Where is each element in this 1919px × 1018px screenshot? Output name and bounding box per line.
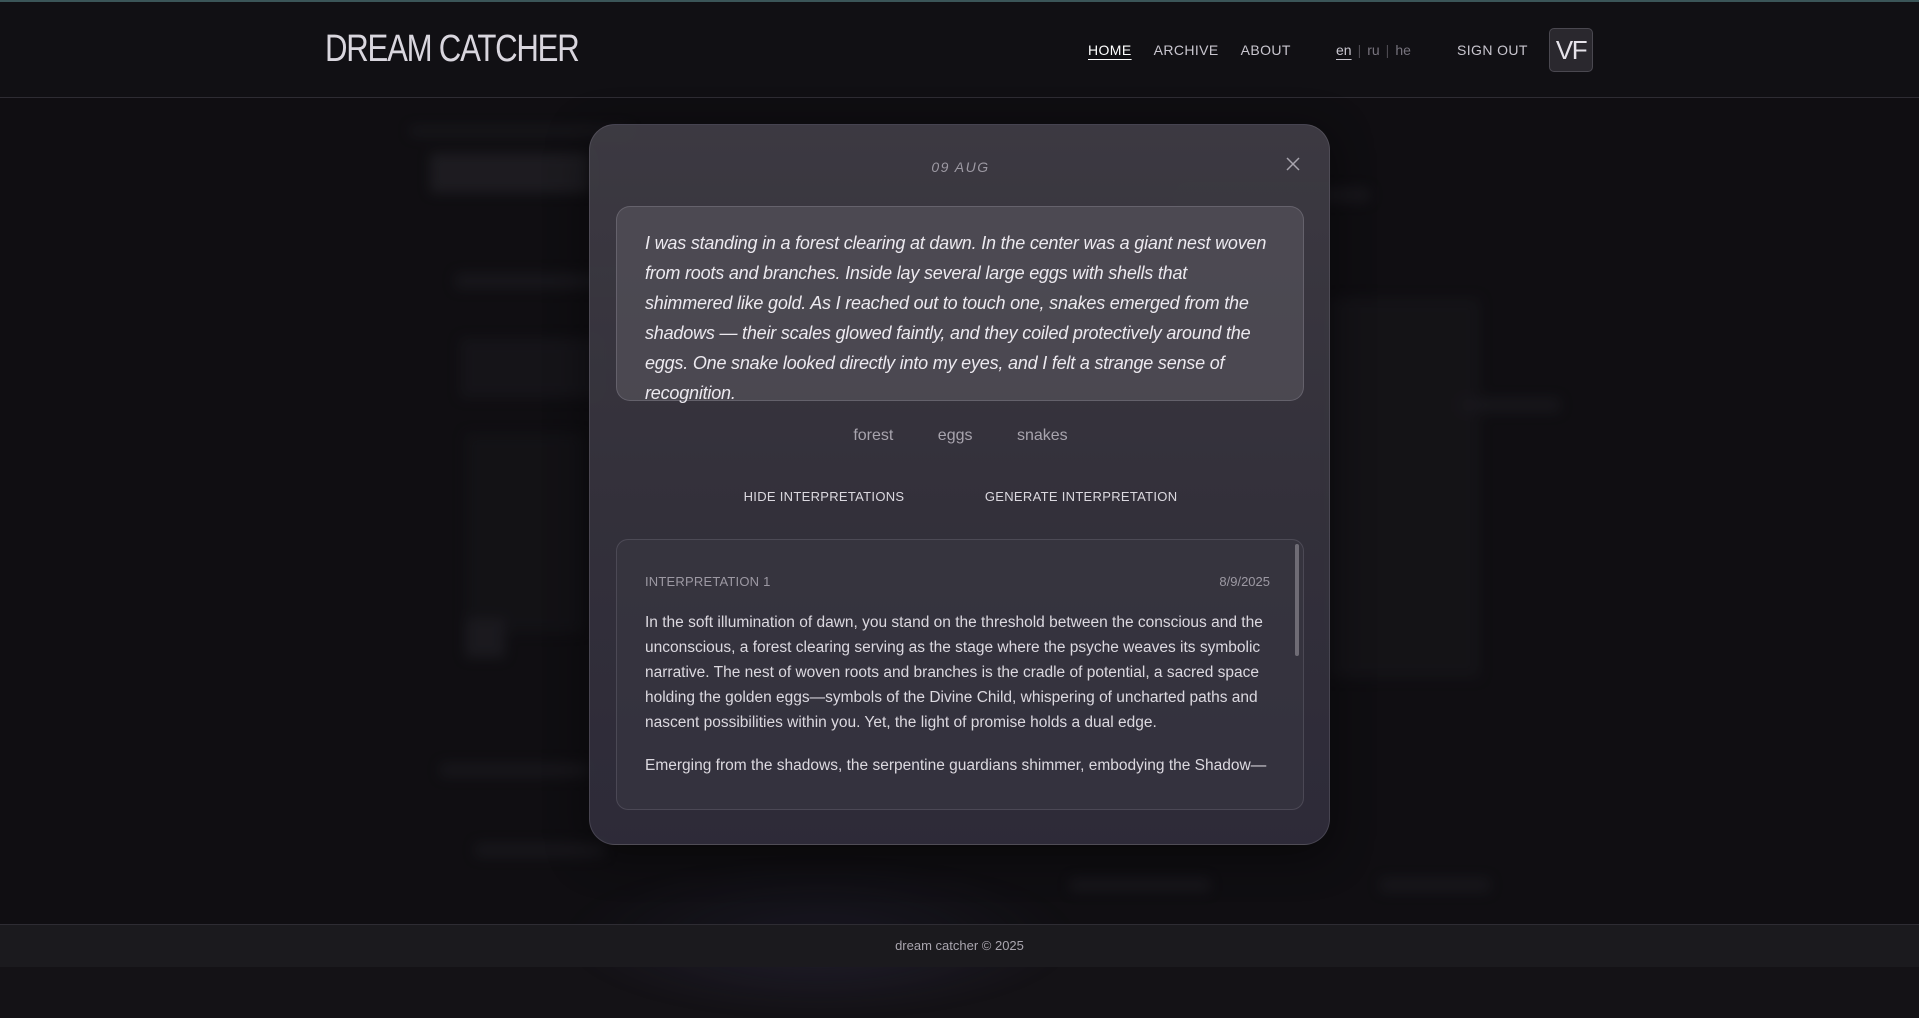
dream-text: I was standing in a forest clearing at d…: [616, 206, 1304, 403]
interpretation-title: INTERPRETATION 1: [645, 574, 771, 589]
avatar[interactable]: VF: [1549, 28, 1593, 72]
lang-he[interactable]: he: [1395, 42, 1411, 58]
generate-interpretation-button[interactable]: GENERATE INTERPRETATION: [985, 489, 1178, 504]
interpretation-scrollbar[interactable]: [1295, 544, 1299, 656]
language-switcher: en | ru | he: [1336, 42, 1411, 58]
tag-eggs[interactable]: eggs: [938, 427, 973, 445]
interpretation-card[interactable]: INTERPRETATION 1 8/9/2025 In the soft il…: [616, 539, 1304, 810]
footer: dream catcher © 2025: [0, 924, 1919, 967]
lang-ru[interactable]: ru: [1367, 42, 1379, 58]
dream-modal: 09 AUG I was standing in a forest cleari…: [589, 124, 1330, 845]
interpretation-paragraph: Emerging from the shadows, the serpentin…: [645, 757, 1267, 774]
lang-en[interactable]: en: [1336, 42, 1352, 58]
nav-home[interactable]: HOME: [1088, 42, 1132, 58]
top-header: DREAM CATCHER HOME ARCHIVE ABOUT en | ru | h…: [0, 0, 1919, 98]
tag-list: forest eggs snakes: [590, 427, 1331, 445]
app-logo[interactable]: DREAM CATCHER: [325, 28, 580, 71]
interpretation-date: 8/9/2025: [1219, 574, 1270, 589]
main-nav: HOME ARCHIVE ABOUT: [1088, 42, 1313, 58]
hide-interpretations-button[interactable]: HIDE INTERPRETATIONS: [744, 489, 905, 504]
lang-separator: |: [1357, 42, 1362, 58]
nav-archive[interactable]: ARCHIVE: [1154, 42, 1219, 58]
modal-actions: HIDE INTERPRETATIONS GENERATE INTERPRETA…: [590, 488, 1331, 506]
lang-separator: |: [1385, 42, 1390, 58]
tag-forest[interactable]: forest: [853, 427, 893, 445]
sign-out-button[interactable]: SIGN OUT: [1457, 42, 1528, 58]
interpretation-text: In the soft illumination of dawn, you st…: [645, 610, 1277, 796]
tag-snakes[interactable]: snakes: [1017, 427, 1068, 445]
dream-date: 09 AUG: [931, 159, 990, 175]
nav-about[interactable]: ABOUT: [1241, 42, 1291, 58]
interpretation-paragraph: In the soft illumination of dawn, you st…: [645, 614, 1263, 731]
close-icon[interactable]: [1284, 155, 1302, 173]
